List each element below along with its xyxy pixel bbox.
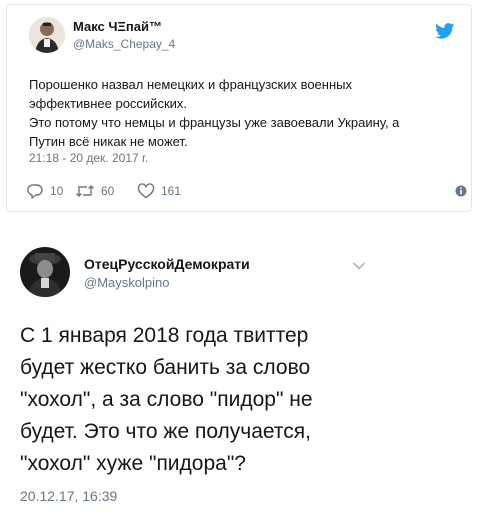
avatar-image — [29, 17, 65, 53]
tweet-text-line: "хохол", а за слово "пидор" не — [20, 388, 313, 411]
heart-icon — [137, 183, 155, 199]
author-handle[interactable]: @Maks_Chepay_4 — [73, 37, 175, 51]
tweet-text-line: будет жестко банить за слово — [20, 356, 311, 379]
tweet-text-line: С 1 января 2018 года твиттер — [20, 324, 309, 347]
info-icon[interactable] — [455, 185, 467, 200]
author-name[interactable]: Макс ЧΞпай™ — [73, 19, 162, 34]
like-count: 161 — [161, 184, 182, 198]
avatar-image — [20, 247, 70, 297]
embedded-tweet-card: Макс ЧΞпай™ @Maks_Chepay_4 Порошенко наз… — [6, 4, 472, 212]
tweet-text-line: Это потому что немцы и французы уже заво… — [29, 115, 400, 130]
tweet-text-line: Порошенко назвал немецких и французских … — [29, 77, 352, 92]
retweet-button[interactable]: 60 — [75, 183, 114, 199]
reply-count: 10 — [50, 184, 64, 198]
tweet-timestamp[interactable]: 21:18 - 20 дек. 2017 г. — [29, 151, 148, 165]
tweet-timestamp[interactable]: 20.12.17, 16:39 — [20, 488, 117, 504]
tweet-text: Порошенко назвал немецких и французских … — [29, 75, 459, 151]
tweet-text-line: "хохол" хуже "пидора"? — [20, 452, 246, 475]
like-button[interactable]: 161 — [137, 183, 181, 199]
retweet-icon — [76, 185, 94, 197]
reply-icon — [27, 184, 43, 199]
tweet-actions: 10 60 161 — [27, 183, 467, 201]
tweet-text-line: эффективнее российских. — [29, 96, 188, 111]
reply-button[interactable]: 10 — [27, 183, 63, 199]
twitter-bird-icon[interactable] — [435, 23, 455, 39]
retweet-count: 60 — [101, 184, 115, 198]
tweet-text: С 1 января 2018 года твиттер будет жестк… — [20, 320, 470, 480]
author-handle[interactable]: @Mayskolpino — [84, 275, 169, 290]
avatar[interactable] — [20, 247, 70, 297]
tweet-text-line: будет. Это что же получается, — [20, 420, 311, 443]
tweet-text-line: Путин всё никак не может. — [29, 134, 188, 149]
avatar[interactable] — [29, 17, 65, 53]
author-name[interactable]: ОтецРусскойДемократи — [84, 256, 250, 272]
chevron-down-icon[interactable] — [352, 258, 366, 270]
